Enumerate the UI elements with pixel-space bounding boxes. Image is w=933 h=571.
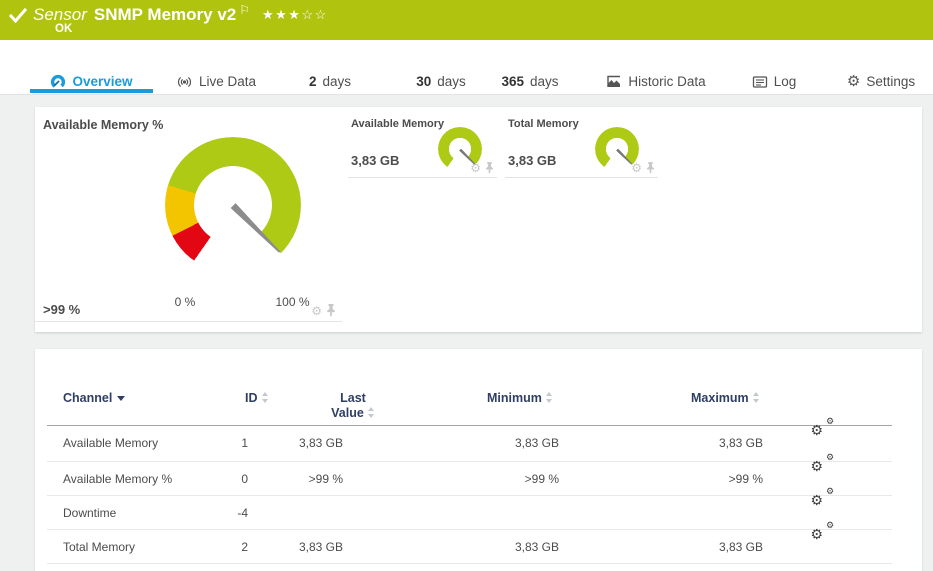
gauge-title: Total Memory xyxy=(508,118,579,130)
tab-30-days-unit: days xyxy=(437,74,466,89)
column-header-last-label: Last xyxy=(340,391,366,405)
ok-check-icon xyxy=(9,8,27,29)
prtg-sensor-page: Sensor SNMP Memory v2 ⚐ ★★★☆☆ OK Overvie… xyxy=(0,0,933,571)
gauge-value: 3,83 GB xyxy=(351,153,399,168)
channel-maximum: 3,83 GB xyxy=(613,530,763,564)
channel-last-value xyxy=(243,496,343,530)
priority-stars[interactable]: ★★★☆☆ xyxy=(262,7,328,23)
tab-2-days-unit: days xyxy=(322,74,351,89)
object-kind-label: Sensor xyxy=(33,5,87,25)
tab-365-days[interactable]: 365 days xyxy=(494,71,566,92)
channel-name: Available Memory xyxy=(63,426,158,460)
gear-icon: ⚙ xyxy=(847,74,860,89)
column-header-last-value[interactable]: Last Value xyxy=(317,391,389,421)
gauge-widget-available-memory: Available Memory 3,83 GB ⚙ xyxy=(348,107,497,178)
tab-live-data[interactable]: Live Data xyxy=(170,71,262,92)
pin-icon[interactable] xyxy=(646,162,655,174)
channel-id: 2 xyxy=(187,530,248,564)
tab-30-days-number: 30 xyxy=(416,74,431,89)
sort-caret-down-icon xyxy=(117,396,125,401)
channel-minimum: 3,83 GB xyxy=(409,426,559,460)
channel-maximum xyxy=(613,496,763,530)
sort-icon xyxy=(546,392,553,403)
channel-id: -4 xyxy=(187,496,248,530)
active-tab-underline xyxy=(30,89,153,93)
channel-maximum: 3,83 GB xyxy=(613,426,763,460)
column-header-minimum-label: Minimum xyxy=(487,391,542,405)
gauge-arc xyxy=(165,137,301,273)
gauge-icon xyxy=(50,74,66,90)
sensor-title: SNMP Memory v2 xyxy=(94,5,236,25)
gauge-value: 3,83 GB xyxy=(508,153,556,168)
channel-id: 0 xyxy=(187,462,248,496)
column-header-value-label: Value xyxy=(331,406,364,420)
widget-settings-gear-icon[interactable]: ⚙ xyxy=(631,162,642,174)
tab-overview-label: Overview xyxy=(72,74,132,89)
sensor-status-header: Sensor SNMP Memory v2 ⚐ ★★★☆☆ OK xyxy=(0,0,933,40)
pin-icon[interactable] xyxy=(326,304,336,317)
table-row-available-memory-pct[interactable]: Available Memory % 0 >99 % >99 % >99 % ⚙… xyxy=(47,462,892,496)
tab-365-days-number: 365 xyxy=(501,74,524,89)
tab-365-days-unit: days xyxy=(530,74,559,89)
tab-30-days[interactable]: 30 days xyxy=(408,71,474,92)
table-row-available-memory[interactable]: Available Memory 1 3,83 GB 3,83 GB 3,83 … xyxy=(47,426,892,462)
table-row-downtime[interactable]: Downtime -4 ⚙⚙ xyxy=(47,496,892,530)
overview-gauges-card: Available Memory % 0 % 100 % >99 % ⚙ Ava… xyxy=(35,107,922,332)
sort-icon xyxy=(753,392,760,403)
gauge-min-label: 0 % xyxy=(160,295,210,309)
channels-table-card: Channel ID Last Value Minimum Maximum Av… xyxy=(35,349,922,571)
flag-icon: ⚐ xyxy=(239,3,250,17)
tab-live-data-label: Live Data xyxy=(199,74,256,89)
gauge-title: Available Memory % xyxy=(43,118,163,132)
column-header-maximum-label: Maximum xyxy=(691,391,749,405)
table-row-total-memory[interactable]: Total Memory 2 3,83 GB 3,83 GB 3,83 GB ⚙… xyxy=(47,530,892,564)
tab-2-days-number: 2 xyxy=(309,74,317,89)
channel-name: Total Memory xyxy=(63,530,135,564)
column-header-id-label: ID xyxy=(245,391,258,405)
channel-name: Available Memory % xyxy=(63,462,172,496)
sort-icon xyxy=(368,407,375,418)
gauge-widget-available-memory-pct: Available Memory % 0 % 100 % >99 % ⚙ xyxy=(35,107,342,322)
tab-log-label: Log xyxy=(774,74,797,89)
radial-gauge xyxy=(165,137,301,273)
column-header-maximum[interactable]: Maximum xyxy=(691,391,760,405)
column-header-minimum[interactable]: Minimum xyxy=(487,391,553,405)
channel-last-value: 3,83 GB xyxy=(243,530,343,564)
channel-minimum: >99 % xyxy=(409,462,559,496)
log-list-icon xyxy=(752,75,768,89)
channel-minimum: 3,83 GB xyxy=(409,530,559,564)
gauge-value: >99 % xyxy=(43,302,80,317)
channel-name: Downtime xyxy=(63,496,116,530)
column-header-channel[interactable]: Channel xyxy=(63,391,125,405)
tab-2-days[interactable]: 2 days xyxy=(300,71,360,92)
channel-maximum: >99 % xyxy=(613,462,763,496)
tab-bar: Overview Live Data 2 days 30 days 365 da… xyxy=(0,40,933,95)
tab-historic-data-label: Historic Data xyxy=(628,74,705,89)
channel-last-value: 3,83 GB xyxy=(243,426,343,460)
column-header-id[interactable]: ID xyxy=(245,391,269,405)
channel-id: 1 xyxy=(187,426,248,460)
pin-icon[interactable] xyxy=(485,162,494,174)
channel-last-value: >99 % xyxy=(243,462,343,496)
tab-historic-data[interactable]: Historic Data xyxy=(602,71,710,92)
column-header-channel-label: Channel xyxy=(63,391,112,405)
gauge-title: Available Memory xyxy=(351,118,444,130)
channel-minimum xyxy=(409,496,559,530)
tab-settings-label: Settings xyxy=(866,74,915,89)
area-chart-icon xyxy=(606,74,622,90)
widget-settings-gear-icon[interactable]: ⚙ xyxy=(311,305,322,317)
live-broadcast-icon xyxy=(176,74,193,90)
sort-icon xyxy=(262,392,269,403)
tab-log[interactable]: Log xyxy=(748,71,800,92)
widget-settings-gear-icon[interactable]: ⚙ xyxy=(470,162,481,174)
tab-settings[interactable]: ⚙ Settings xyxy=(842,71,920,92)
status-badge: OK xyxy=(55,23,72,35)
gauge-widget-total-memory: Total Memory 3,83 GB ⚙ xyxy=(505,107,658,178)
